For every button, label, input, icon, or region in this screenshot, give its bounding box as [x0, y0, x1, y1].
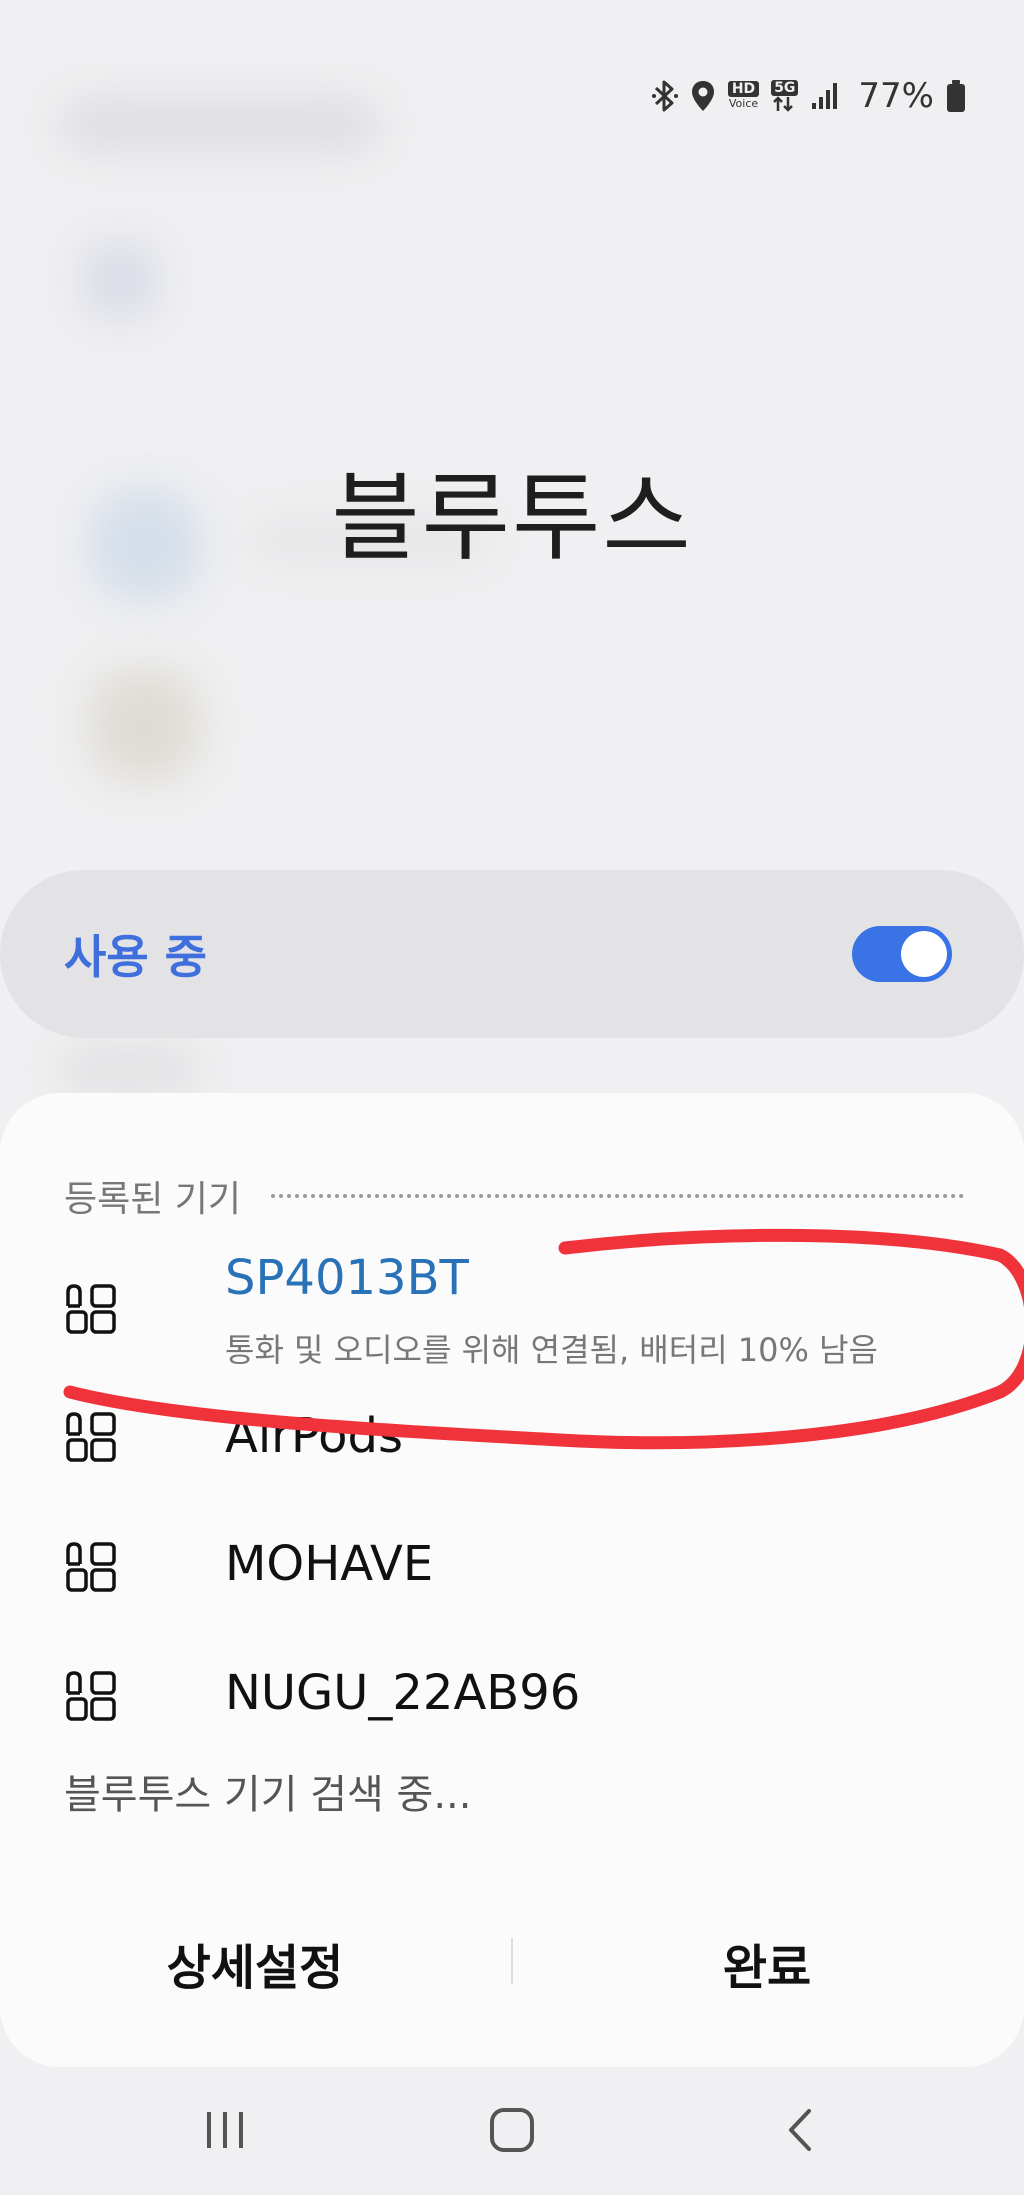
paired-devices-header: 등록된 기기 [64, 1168, 964, 1224]
switch-knob [901, 931, 947, 977]
background-blur [60, 1050, 200, 1090]
network-label: 5G [771, 80, 799, 96]
device-row-nugu[interactable]: NUGU_22AB96 [0, 1657, 1024, 1757]
navigation-bar [0, 2080, 1024, 2180]
location-icon [690, 79, 716, 113]
button-divider [511, 1938, 513, 1984]
back-icon[interactable] [760, 2100, 840, 2160]
dotted-divider [271, 1194, 964, 1198]
device-row-airpods[interactable]: AirPods [0, 1400, 1024, 1500]
bluetooth-switch[interactable] [852, 926, 952, 982]
toggle-label: 사용 중 [64, 930, 207, 984]
background-blur [90, 670, 200, 780]
battery-icon [946, 79, 966, 113]
advanced-settings-button[interactable]: 상세설정 [45, 1918, 465, 2008]
5g-icon: 5G [771, 80, 799, 112]
page-title: 블루투스 [331, 462, 693, 574]
background-blur [60, 100, 380, 150]
device-icon [66, 1542, 116, 1592]
home-icon[interactable] [472, 2100, 552, 2160]
bluetooth-icon [651, 79, 678, 113]
done-button[interactable]: 완료 [557, 1918, 977, 2008]
battery-percent: 77% [858, 76, 934, 116]
device-name: AirPods [225, 1408, 403, 1464]
background-blur [80, 240, 160, 320]
sheet-buttons: 상세설정 완료 [0, 1918, 1024, 2008]
device-name: NUGU_22AB96 [225, 1665, 581, 1721]
device-row-sp4013bt[interactable]: SP4013BT 통화 및 오디오를 위해 연결됨, 배터리 10% 남음 [0, 1240, 1024, 1390]
recent-apps-icon[interactable] [185, 2100, 265, 2160]
scan-status: 블루투스 기기 검색 중... [64, 1772, 472, 1818]
device-name: SP4013BT [225, 1250, 469, 1306]
status-bar: HD Voice 5G 77% [651, 66, 966, 126]
device-status: 통화 및 오디오를 위해 연결됨, 배터리 10% 남음 [225, 1331, 878, 1369]
voice-label: Voice [728, 97, 759, 110]
device-icon [66, 1284, 116, 1334]
device-row-mohave[interactable]: MOHAVE [0, 1528, 1024, 1628]
bluetooth-toggle-card[interactable]: 사용 중 [0, 870, 1024, 1038]
device-name: MOHAVE [225, 1536, 434, 1592]
section-title: 등록된 기기 [64, 1179, 242, 1220]
signal-icon [810, 81, 840, 111]
device-icon [66, 1412, 116, 1462]
hd-voice-icon: HD Voice [727, 81, 760, 111]
hd-label: HD [727, 81, 760, 97]
device-icon [66, 1671, 116, 1721]
